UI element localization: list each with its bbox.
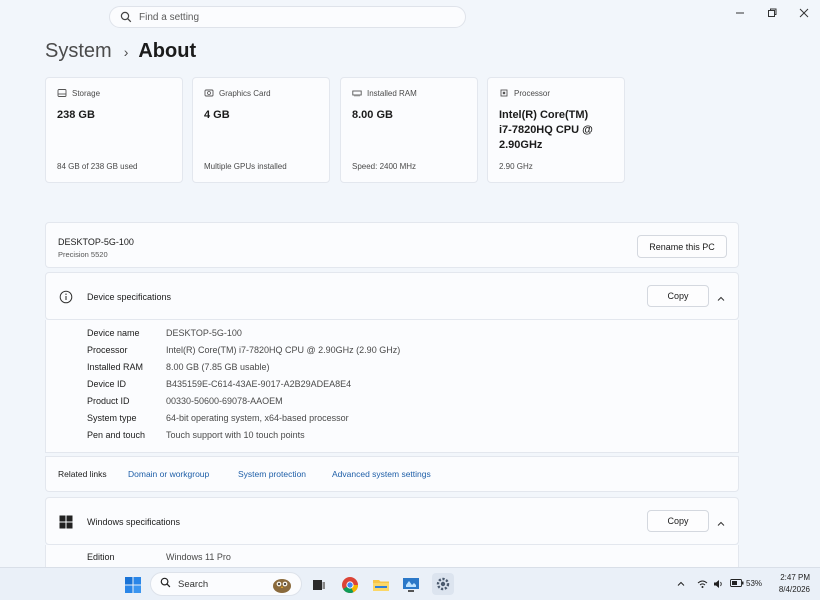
card-value: Intel(R) Core(TM) i7-7820HQ CPU @ 2.90GH…: [499, 108, 613, 153]
breadcrumb-system[interactable]: System: [45, 40, 112, 63]
spec-value: Touch support with 10 touch points: [166, 430, 305, 440]
wifi-icon[interactable]: [697, 579, 708, 591]
spec-key: Edition: [87, 552, 115, 562]
spec-row: Device name DESKTOP-5G-100: [87, 328, 242, 338]
maximize-button[interactable]: [765, 6, 779, 20]
card-title: Processor: [514, 88, 551, 98]
spec-row: Product ID 00330-50600-69078-AAOEM: [87, 396, 283, 406]
system-protection-link[interactable]: System protection: [238, 469, 306, 479]
domain-workgroup-link[interactable]: Domain or workgroup: [128, 469, 209, 479]
card-title: Graphics Card: [219, 88, 271, 98]
spec-value: B435159E-C614-43AE-9017-A2B29ADEA8E4: [166, 379, 352, 389]
battery-percent: 53%: [746, 579, 763, 588]
rename-pc-button[interactable]: Rename this PC: [637, 235, 727, 258]
spec-key: Processor: [87, 345, 128, 355]
spec-value: Windows 11 Pro: [166, 552, 231, 562]
device-specs-title: Device specifications: [87, 292, 172, 302]
chevron-up-icon[interactable]: [716, 516, 726, 526]
card-subtext: Speed: 2400 MHz: [352, 162, 417, 171]
spec-key: Pen and touch: [87, 430, 146, 440]
card-subtext: Multiple GPUs installed: [204, 162, 287, 171]
card-value-line: 2.90GHz: [499, 139, 543, 151]
spec-value: Intel(R) Core(TM) i7-7820HQ CPU @ 2.90GH…: [166, 345, 401, 355]
device-model-label: Precision 5520: [58, 250, 108, 259]
spec-value: DESKTOP-5G-100: [166, 328, 242, 338]
start-button[interactable]: [123, 575, 143, 595]
chevron-right-icon: ›: [123, 43, 129, 60]
spec-value: 64-bit operating system, x64-based proce…: [166, 413, 349, 423]
settings-icon[interactable]: [432, 573, 454, 595]
search-icon: [120, 11, 132, 23]
search-highlight-icon: [267, 575, 297, 600]
spec-row: Pen and touch Touch support with 10 touc…: [87, 430, 305, 440]
taskbar-search-placeholder: Search: [178, 578, 209, 590]
copy-windows-specs-button[interactable]: Copy: [647, 510, 709, 532]
storage-card[interactable]: Storage 238 GB 84 GB of 238 GB used: [45, 77, 183, 183]
spec-value: 00330-50600-69078-AAOEM: [166, 396, 283, 406]
close-button[interactable]: [797, 6, 811, 20]
windows-logo-icon: [59, 515, 73, 529]
chevron-up-icon[interactable]: [716, 291, 726, 301]
search-icon: [160, 575, 171, 593]
taskbar-search-box[interactable]: Search: [150, 572, 302, 596]
windows-specs-header[interactable]: Windows specifications Copy: [45, 497, 739, 545]
card-title: Storage: [72, 88, 101, 98]
related-links-label: Related links: [58, 469, 107, 479]
task-view-icon[interactable]: [309, 575, 329, 595]
search-placeholder: Find a setting: [139, 11, 200, 23]
spec-key: Installed RAM: [87, 362, 144, 372]
chrome-icon[interactable]: [340, 575, 360, 595]
related-links-bar: Related links Domain or workgroup System…: [45, 456, 739, 492]
spec-row: Device ID B435159E-C614-43AE-9017-A2B29A…: [87, 379, 351, 389]
copy-device-specs-button[interactable]: Copy: [647, 285, 709, 307]
spec-key: Device name: [87, 328, 140, 338]
spec-row: Processor Intel(R) Core(TM) i7-7820HQ CP…: [87, 345, 400, 355]
volume-icon[interactable]: [713, 579, 724, 591]
device-specs-body: Device name DESKTOP-5G-100 Processor Int…: [45, 320, 739, 453]
taskbar-clock[interactable]: 2:47 PM 8/4/2026: [779, 572, 810, 596]
device-specs-header[interactable]: Device specifications Copy: [45, 272, 739, 320]
installed-ram-card[interactable]: Installed RAM 8.00 GB Speed: 2400 MHz: [340, 77, 478, 183]
processor-icon: [499, 88, 509, 98]
card-value: 8.00 GB: [352, 109, 393, 121]
graphics-card-card[interactable]: Graphics Card 4 GB Multiple GPUs install…: [192, 77, 330, 183]
battery-icon[interactable]: [730, 579, 744, 589]
storage-icon: [57, 88, 67, 98]
spec-key: System type: [87, 413, 137, 423]
taskbar: Search 53% 2:47 PM 8/4/2026: [0, 567, 820, 600]
card-value-line: Intel(R) Core(TM): [499, 109, 589, 121]
spec-value: 8.00 GB (7.85 GB usable): [166, 362, 270, 372]
card-value: 238 GB: [57, 109, 95, 121]
card-value: 4 GB: [204, 109, 230, 121]
breadcrumb: System › About: [45, 40, 196, 63]
card-subtext: 84 GB of 238 GB used: [57, 162, 138, 171]
graphics-card-icon: [204, 88, 214, 98]
info-icon: [59, 290, 73, 304]
card-title: Installed RAM: [367, 88, 417, 98]
spec-row: System type 64-bit operating system, x64…: [87, 413, 349, 423]
spec-key: Device ID: [87, 379, 127, 389]
file-explorer-icon[interactable]: [371, 575, 391, 595]
windows-specs-body: Edition Windows 11 Pro: [45, 545, 739, 567]
windows-specs-title: Windows specifications: [87, 517, 181, 527]
settings-search-box[interactable]: Find a setting: [109, 6, 466, 28]
card-value-line: i7-7820HQ CPU @: [499, 124, 593, 136]
page-title: About: [138, 40, 197, 62]
device-name-label: DESKTOP-5G-100: [58, 237, 134, 247]
clock-time: 2:47 PM: [780, 573, 810, 582]
ram-icon: [352, 88, 362, 98]
pc-name-panel: DESKTOP-5G-100 Precision 5520 Rename thi…: [45, 222, 739, 268]
minimize-button[interactable]: [733, 6, 747, 20]
card-subtext: 2.90 GHz: [499, 162, 533, 171]
spec-key: Product ID: [87, 396, 130, 406]
advanced-system-settings-link[interactable]: Advanced system settings: [332, 469, 431, 479]
store-icon[interactable]: [401, 575, 421, 595]
processor-card[interactable]: Processor Intel(R) Core(TM) i7-7820HQ CP…: [487, 77, 625, 183]
spec-row: Installed RAM 8.00 GB (7.85 GB usable): [87, 362, 270, 372]
show-hidden-icons-chevron-icon[interactable]: [676, 579, 686, 591]
spec-row: Edition Windows 11 Pro: [87, 552, 231, 562]
clock-date: 8/4/2026: [778, 585, 810, 594]
